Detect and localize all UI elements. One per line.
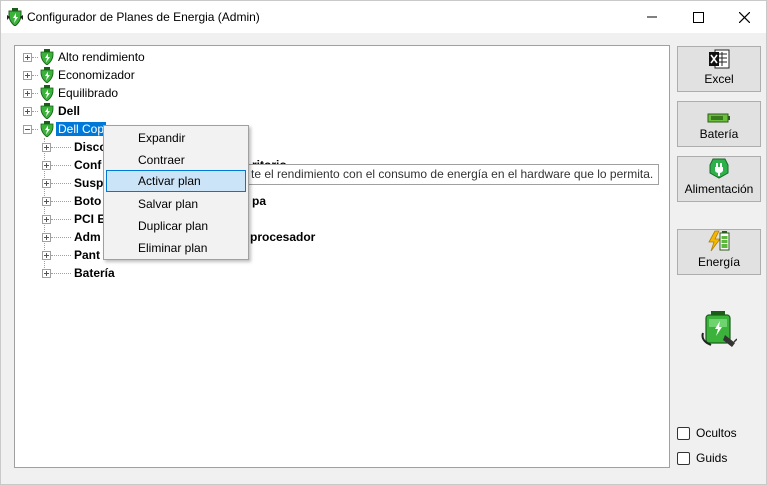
tree-node-dell[interactable]: Dell <box>23 102 80 120</box>
power-plan-icon <box>7 8 23 26</box>
expand-toggle[interactable] <box>42 196 51 206</box>
expand-toggle[interactable] <box>42 214 51 224</box>
tree-node-label: Alto rendimiento <box>58 50 145 64</box>
title-bar: Configurador de Planes de Energia (Admin… <box>1 1 766 33</box>
tree-child-boto-tail: pa <box>249 192 266 210</box>
tree-child-disco[interactable]: Disco <box>42 138 107 156</box>
guids-label: Guids <box>696 451 728 465</box>
minimize-icon <box>647 16 657 18</box>
alimentacion-button-label: Alimentación <box>684 182 754 196</box>
tree-node-label: Conf <box>74 158 102 172</box>
menu-item-activar-plan[interactable]: Activar plan <box>106 170 246 192</box>
menu-item-expandir[interactable]: Expandir <box>106 127 246 149</box>
bateria-button[interactable]: Batería <box>677 101 761 147</box>
expand-toggle[interactable] <box>23 106 32 116</box>
energy-bolt-icon <box>708 230 730 252</box>
tree-node-label: Economizador <box>58 68 135 82</box>
tree-node-equilibrado[interactable]: Equilibrado <box>23 84 118 102</box>
expand-toggle[interactable] <box>23 70 32 80</box>
expand-toggle[interactable] <box>23 52 32 62</box>
window-title: Configurador de Planes de Energia (Admin… <box>27 10 260 24</box>
maximize-button[interactable] <box>675 1 721 33</box>
collapse-toggle[interactable] <box>23 124 32 134</box>
tree-node-dell-copia[interactable]: Dell Cop <box>23 120 107 138</box>
alimentacion-button[interactable]: Alimentación <box>677 156 761 202</box>
tree-child-conf[interactable]: Conf <box>42 156 101 174</box>
tree-node-label: Boto <box>74 194 102 208</box>
power-plan-icon <box>40 103 54 119</box>
expand-toggle[interactable] <box>42 160 51 170</box>
tree-child-adm-tail: procesador <box>247 228 315 246</box>
expand-toggle[interactable] <box>42 232 51 242</box>
tree-node-label: PCI E <box>74 212 106 226</box>
tree-node-label: Batería <box>74 266 115 280</box>
energia-button[interactable]: Energía <box>677 229 761 275</box>
power-plan-icon <box>40 49 54 65</box>
battery-icon <box>707 113 730 123</box>
tree-node-label-selected: Dell Cop <box>56 122 107 136</box>
checkbox-box[interactable] <box>677 426 690 440</box>
power-plan-icon <box>40 67 54 83</box>
close-button[interactable] <box>721 1 767 33</box>
tooltip: te el rendimiento con el consumo de ener… <box>245 164 660 185</box>
tree-child-pant[interactable]: Pant <box>42 246 100 264</box>
guids-checkbox[interactable]: Guids <box>677 451 727 465</box>
menu-item-eliminar-plan[interactable]: Eliminar plan <box>106 237 246 259</box>
ocultos-label: Ocultos <box>696 426 737 440</box>
tree-node-label: procesador <box>250 230 316 244</box>
tree-child-adm[interactable]: Adm <box>42 228 101 246</box>
power-plan-icon <box>40 85 54 101</box>
context-menu: Expandir Contraer Activar plan Salvar pl… <box>103 125 249 260</box>
tree-child-boto[interactable]: Boto <box>42 192 101 210</box>
expand-toggle[interactable] <box>42 178 51 188</box>
ocultos-checkbox[interactable]: Ocultos <box>677 426 737 440</box>
tree-node-label: Dell <box>58 104 81 118</box>
expand-toggle[interactable] <box>42 250 51 260</box>
power-plan-icon <box>40 121 54 137</box>
maximize-icon <box>692 11 704 23</box>
energia-button-label: Energía <box>697 255 741 269</box>
tree-node-label: Disco <box>74 140 107 154</box>
expand-toggle[interactable] <box>42 268 51 278</box>
tree-node-label: Susp <box>74 176 104 190</box>
tree-node-label: Pant <box>74 248 101 262</box>
menu-item-duplicar-plan[interactable]: Duplicar plan <box>106 215 246 237</box>
excel-button[interactable]: Excel <box>677 46 761 92</box>
bateria-button-label: Batería <box>699 127 739 141</box>
checkbox-box[interactable] <box>677 451 690 465</box>
excel-button-label: Excel <box>704 72 734 86</box>
menu-item-salvar-plan[interactable]: Salvar plan <box>106 193 246 215</box>
tree-child-susp[interactable]: Susp <box>42 174 103 192</box>
expand-toggle[interactable] <box>23 88 32 98</box>
battery-plug-icon <box>701 311 737 347</box>
tree-node-label: pa <box>252 194 267 208</box>
menu-item-contraer[interactable]: Contraer <box>106 149 246 171</box>
tree-node-alto-rendimiento[interactable]: Alto rendimiento <box>23 48 145 66</box>
tree-node-economizador[interactable]: Economizador <box>23 66 135 84</box>
tree-node-label: Equilibrado <box>58 86 119 100</box>
tree-child-bateria[interactable]: Batería <box>42 264 115 282</box>
close-icon <box>738 11 750 23</box>
tree-node-label: Adm <box>74 230 101 244</box>
power-plug-icon <box>709 158 729 179</box>
minimize-button[interactable] <box>629 1 675 33</box>
expand-toggle[interactable] <box>42 142 51 152</box>
tree-child-pci[interactable]: PCI E <box>42 210 105 228</box>
excel-icon <box>709 49 730 69</box>
app-window: Configurador de Planes de Energia (Admin… <box>0 0 767 485</box>
